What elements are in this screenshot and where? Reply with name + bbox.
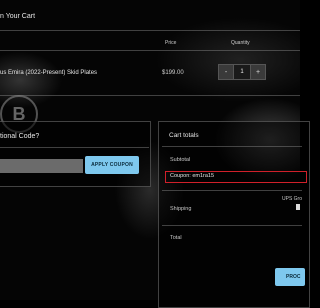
coupon-panel <box>0 121 151 187</box>
coupon-row: Coupon: em1ra15 <box>165 171 307 183</box>
shipping-method-label: UPS Gro <box>282 196 303 202</box>
divider <box>162 190 302 191</box>
shipping-label: Shipping <box>170 206 192 212</box>
cart-totals-title: Cart totals <box>169 132 199 139</box>
cart-title: n Your Cart <box>0 13 36 20</box>
quantity-decrement-button[interactable]: - <box>218 64 234 80</box>
total-label: Total <box>170 235 182 241</box>
divider <box>162 146 302 147</box>
apply-coupon-button[interactable]: APPLY COUPON <box>85 156 139 174</box>
promo-code-title: tional Code? <box>0 133 40 140</box>
divider <box>162 225 302 226</box>
divider <box>0 147 149 148</box>
quantity-stepper[interactable]: - 1 + <box>218 64 266 80</box>
quantity-increment-button[interactable]: + <box>250 64 266 80</box>
quantity-value[interactable]: 1 <box>234 64 250 80</box>
coupon-code-input[interactable] <box>0 159 83 173</box>
subtotal-label: Subtotal <box>170 157 191 163</box>
proceed-to-checkout-button[interactable]: PROC <box>275 268 305 286</box>
price-column-header: Price <box>165 40 177 46</box>
product-price: $199.00 <box>162 70 184 76</box>
divider <box>0 50 300 51</box>
divider <box>0 30 300 31</box>
quantity-column-header: Quantity <box>231 40 250 46</box>
shipping-method-radio[interactable] <box>296 204 300 210</box>
product-name-link[interactable]: us Emira (2022-Present) Skid Plates <box>0 70 97 76</box>
coupon-label: Coupon: em1ra15 <box>170 173 215 179</box>
divider <box>0 95 300 96</box>
